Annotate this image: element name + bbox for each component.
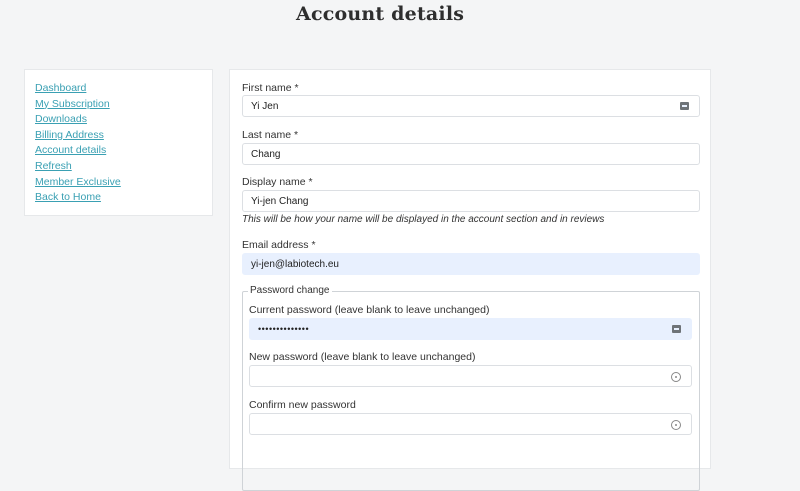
sidebar-item-billing-address[interactable]: Billing Address	[35, 128, 202, 144]
display-name-hint: This will be how your name will be displ…	[242, 214, 605, 225]
key-icon[interactable]	[672, 325, 681, 333]
account-sidebar: Dashboard My Subscription Downloads Bill…	[24, 69, 213, 216]
email-field[interactable]: yi-jen@labiotech.eu	[242, 253, 700, 275]
sidebar-item-account-details[interactable]: Account details	[35, 143, 202, 159]
eye-icon[interactable]	[671, 420, 681, 430]
sidebar-item-member-exclusive[interactable]: Member Exclusive	[35, 175, 202, 191]
sidebar-item-back-to-home[interactable]: Back to Home	[35, 190, 202, 206]
sidebar-item-downloads[interactable]: Downloads	[35, 112, 202, 128]
new-password-label: New password (leave blank to leave uncha…	[249, 351, 476, 363]
key-icon[interactable]	[680, 102, 689, 110]
current-password-label: Current password (leave blank to leave u…	[249, 304, 490, 316]
display-name-field[interactable]: Yi-jen Chang	[242, 190, 700, 212]
current-password-value: ••••••••••••••	[258, 324, 310, 334]
sidebar-item-refresh[interactable]: Refresh	[35, 159, 202, 175]
new-password-field[interactable]	[249, 365, 692, 387]
eye-icon[interactable]	[671, 372, 681, 382]
page-title: Account details	[296, 3, 465, 25]
email-label: Email address *	[242, 239, 316, 251]
confirm-password-label: Confirm new password	[249, 399, 356, 411]
last-name-field[interactable]: Chang	[242, 143, 700, 165]
display-name-value: Yi-jen Chang	[251, 196, 309, 207]
account-form: First name * Yi Jen Last name * Chang Di…	[229, 69, 711, 491]
password-change-legend: Password change	[248, 285, 332, 296]
sidebar-item-dashboard[interactable]: Dashboard	[35, 81, 202, 97]
display-name-label: Display name *	[242, 176, 313, 188]
first-name-field[interactable]: Yi Jen	[242, 95, 700, 117]
email-value: yi-jen@labiotech.eu	[251, 259, 339, 270]
last-name-value: Chang	[251, 149, 281, 160]
last-name-label: Last name *	[242, 129, 299, 141]
sidebar-item-my-subscription[interactable]: My Subscription	[35, 97, 202, 113]
first-name-value: Yi Jen	[251, 101, 279, 112]
confirm-password-field[interactable]	[249, 413, 692, 435]
first-name-label: First name *	[242, 82, 299, 94]
current-password-field[interactable]: ••••••••••••••	[249, 318, 692, 340]
